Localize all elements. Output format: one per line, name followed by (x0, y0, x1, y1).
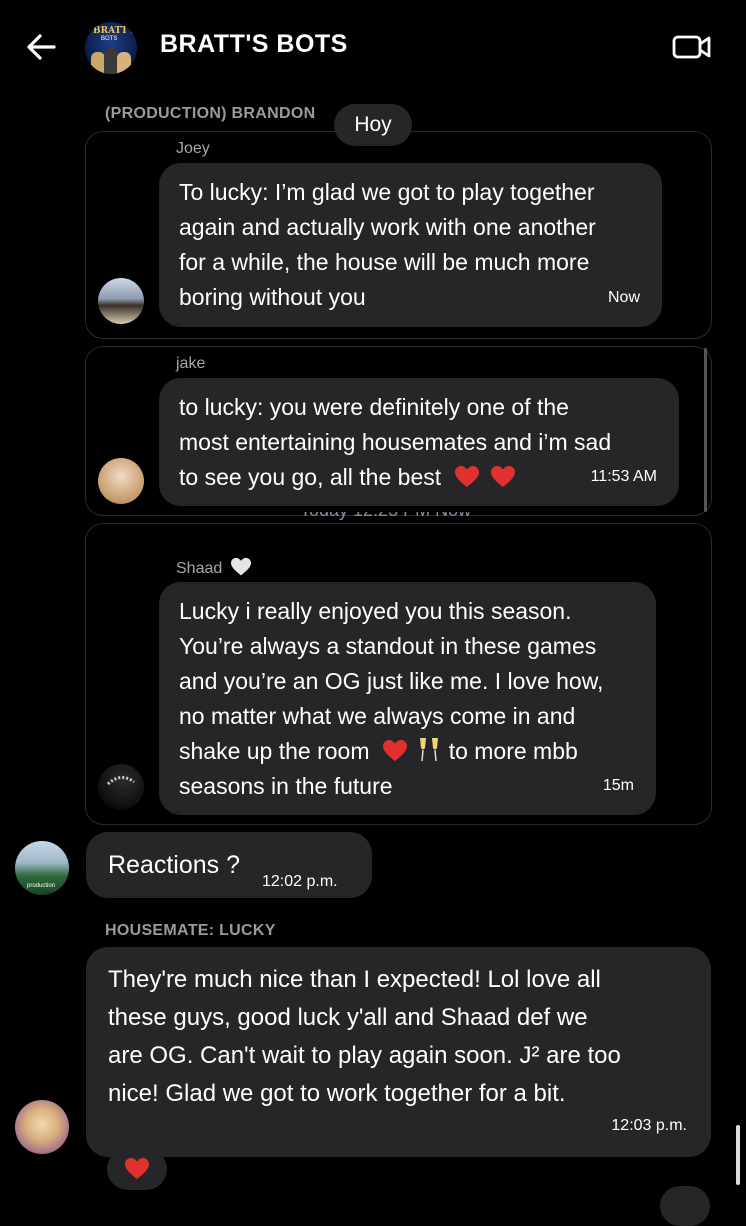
message-line: to lucky: you were definitely one of the (179, 394, 569, 420)
sender-name: Joey (176, 140, 210, 157)
message-bubble[interactable]: To lucky: I’m glad we got to play togeth… (159, 163, 662, 327)
message-line: They're much nice than I expected! Lol l… (108, 966, 601, 993)
avatar[interactable] (15, 1100, 69, 1154)
avatar-figure (104, 48, 118, 74)
chat-title[interactable]: BRATT'S BOTS (160, 30, 348, 59)
message-line: again and actually work with one another (179, 214, 596, 240)
message-line: to see you go, all the best (179, 460, 611, 495)
message-text: They're much nice than I expected! Lol l… (108, 961, 621, 1113)
message-text: to lucky: you were definitely one of the… (179, 390, 611, 495)
necklace-icon (106, 776, 135, 786)
message-text: To lucky: I’m glad we got to play togeth… (179, 175, 596, 315)
message-bubble[interactable]: to lucky: you were definitely one of the… (159, 378, 679, 506)
heart-icon (454, 466, 479, 487)
avatar-figure (117, 52, 131, 74)
message-bubble[interactable]: They're much nice than I expected! Lol l… (86, 947, 711, 1157)
group-avatar[interactable]: BRATT'S BOTS (85, 22, 137, 74)
message-timestamp: Now (607, 289, 640, 306)
message-line: no matter what we always come in and (179, 703, 576, 729)
message-bubble-hoy[interactable]: Hoy (334, 104, 412, 146)
video-call-icon[interactable] (672, 32, 712, 62)
avatar-figure (91, 52, 105, 74)
forwarded-message-card[interactable]: Joey To lucky: I’m glad we got to play t… (85, 131, 712, 339)
message-line-text: to see you go, all the best (179, 464, 442, 490)
forwarded-message-card[interactable]: Shaad Lucky i really enjoyed you this se… (85, 523, 712, 825)
avatar[interactable] (98, 764, 144, 810)
avatar[interactable]: production (15, 841, 69, 895)
back-arrow-icon[interactable] (24, 30, 58, 64)
message-line: Lucky i really enjoyed you this season. (179, 598, 572, 624)
reaction-pill[interactable] (107, 1148, 167, 1190)
message-line: for a while, the house will be much more (179, 249, 590, 275)
white-heart-icon (230, 557, 251, 576)
sender-label-lucky: HOUSEMATE: LUCKY (105, 922, 276, 939)
heart-icon (382, 740, 407, 761)
message-line: and you’re an OG just like me. I love ho… (179, 668, 604, 694)
message-line: these guys, good luck y'all and Shaad de… (108, 1004, 588, 1031)
message-line: To lucky: I’m glad we got to play togeth… (179, 179, 595, 205)
avatar[interactable] (98, 458, 144, 504)
forwarded-message-card[interactable]: jake to lucky: you were definitely one o… (85, 346, 712, 516)
group-avatar-sublogo: BOTS (101, 36, 118, 42)
message-timestamp: 12:02 p.m. (262, 873, 338, 890)
sender-name: jake (176, 355, 206, 372)
message-timestamp: 15m (602, 777, 634, 794)
message-line: most entertaining housemates and i’m sad (179, 429, 612, 455)
message-bubble[interactable]: Reactions ? 12:02 p.m. (86, 832, 372, 898)
message-line: nice! Glad we got to work together for a… (108, 1080, 566, 1107)
avatar[interactable] (98, 278, 144, 324)
message-line: boring without you (179, 284, 366, 310)
message-text: Lucky i really enjoyed you this season. … (179, 594, 603, 804)
card-scrollbar[interactable] (704, 348, 707, 512)
sender-label-brandon: (PRODUCTION) BRANDON (105, 105, 316, 122)
message-line: You’re always a standout in these games (179, 633, 597, 659)
champagne-icon (420, 738, 439, 762)
partial-message-bubble[interactable] (660, 1186, 710, 1226)
heart-icon (125, 1158, 149, 1179)
group-avatar-logo: BRATT'S (93, 26, 137, 36)
sender-name: Shaad (176, 557, 252, 578)
message-bubble[interactable]: Lucky i really enjoyed you this season. … (159, 582, 656, 815)
message-text: Reactions ? (108, 851, 241, 879)
message-timestamp: 11:53 AM (590, 468, 657, 485)
heart-icon (490, 466, 515, 487)
message-line: shake up the room to more mbb (179, 738, 578, 764)
message-timestamp: 12:03 p.m. (611, 1117, 687, 1134)
message-line: seasons in the future (179, 773, 393, 799)
message-line: are OG. Can't wait to play again soon. J… (108, 1042, 621, 1069)
scrollbar[interactable] (736, 1125, 740, 1185)
avatar-caption: production (27, 883, 56, 889)
